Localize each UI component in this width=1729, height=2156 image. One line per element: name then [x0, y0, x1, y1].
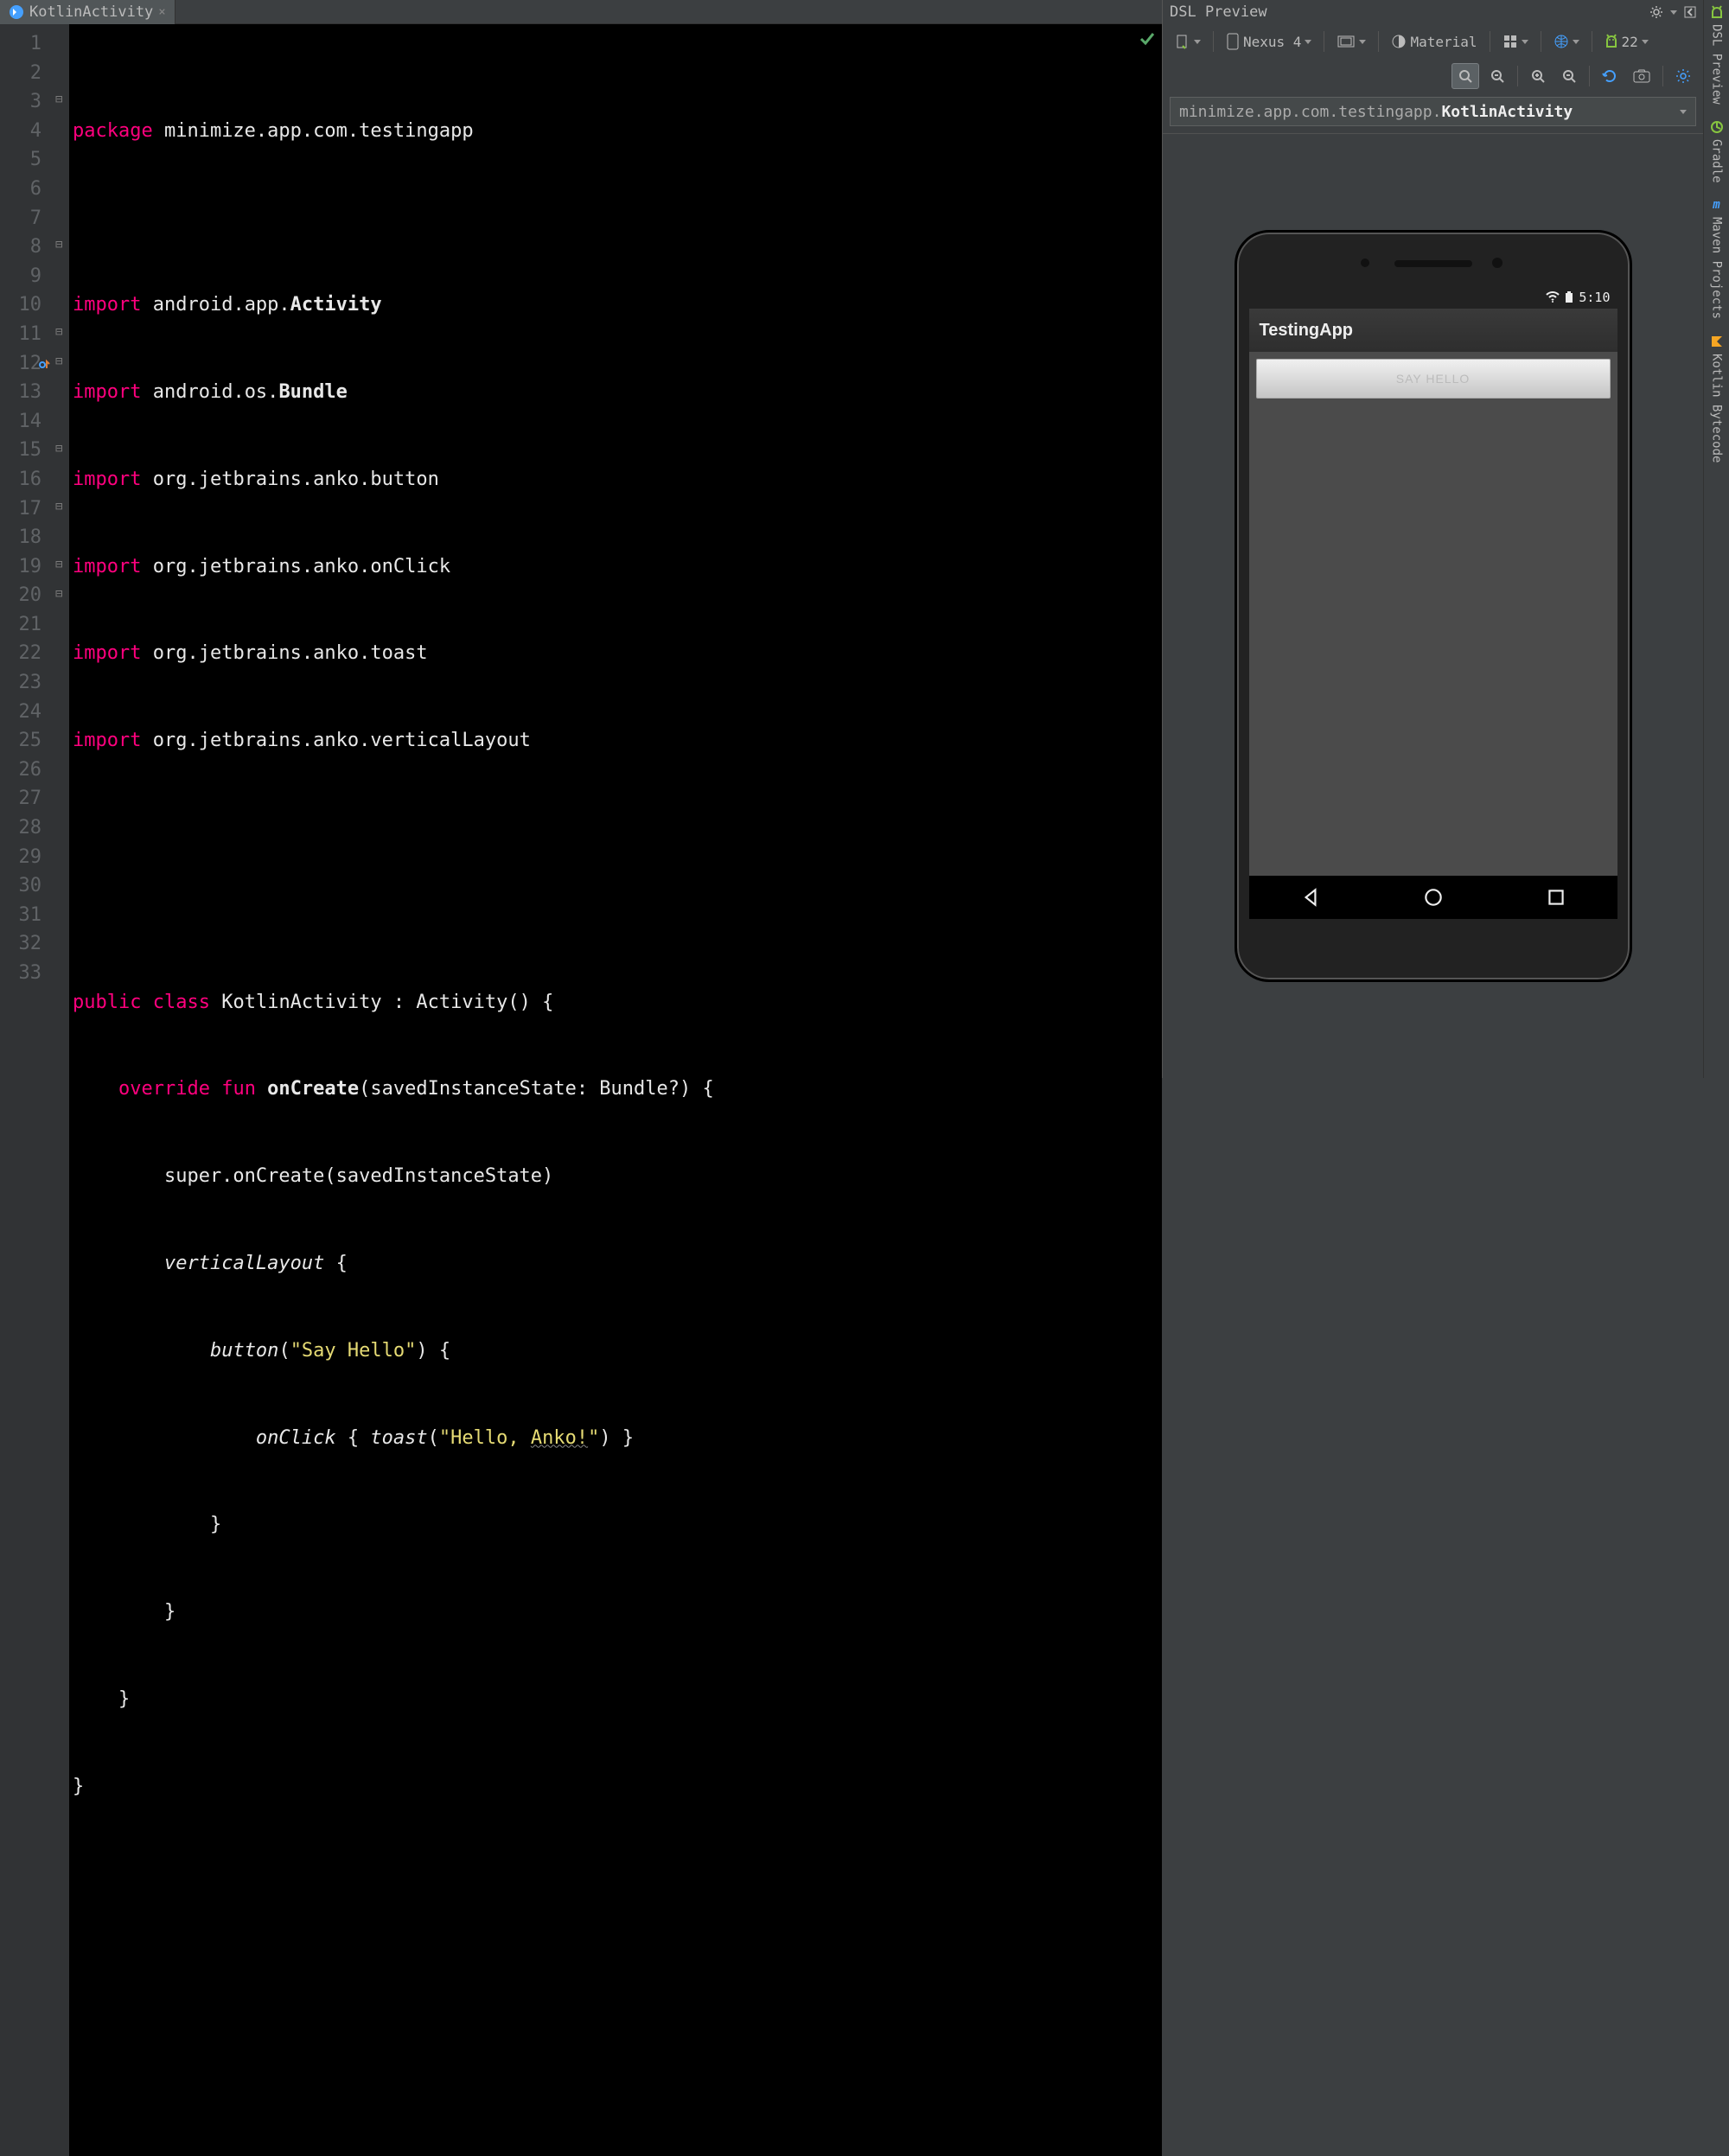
hide-panel-icon[interactable]: [1684, 6, 1696, 18]
api-selector[interactable]: 22: [1599, 29, 1654, 54]
recents-icon[interactable]: [1545, 886, 1567, 909]
dropdown-icon[interactable]: [1670, 10, 1677, 15]
app-title: TestingApp: [1260, 321, 1354, 341]
close-icon[interactable]: ×: [158, 5, 165, 19]
device-selector[interactable]: Nexus 4: [1221, 29, 1317, 54]
fold-handle-icon[interactable]: ⊟: [55, 354, 66, 365]
activity-selector[interactable]: minimize.app.com.testingapp.KotlinActivi…: [1170, 97, 1696, 126]
zoom-fit-button[interactable]: [1451, 63, 1479, 89]
inspections-ok-icon[interactable]: [1139, 31, 1155, 47]
android-navbar: [1249, 876, 1617, 919]
rail-gradle[interactable]: Gradle: [1710, 120, 1724, 183]
code-editor[interactable]: 1234567891011121314151617181920212223242…: [0, 24, 1162, 2156]
render-options-button[interactable]: [1497, 29, 1534, 54]
refresh-button[interactable]: [1597, 63, 1623, 89]
wifi-icon: [1546, 291, 1560, 303]
status-time: 5:10: [1579, 290, 1610, 305]
dsl-toolbar-row2: [1163, 59, 1703, 93]
zoom-out-button[interactable]: [1556, 63, 1582, 89]
preview-surface: 5:10 TestingApp SAY HELLO: [1163, 134, 1703, 1078]
new-layout-button[interactable]: [1170, 29, 1206, 54]
say-hello-button[interactable]: SAY HELLO: [1256, 359, 1611, 399]
fold-end-icon[interactable]: ⊟: [55, 587, 66, 597]
fold-handle-icon[interactable]: ⊟: [55, 325, 66, 335]
fold-end-icon[interactable]: ⊟: [55, 558, 66, 568]
fold-gutter: ⊟ ⊟ ⊟ ⊟ ⊟ ⊟ ⊟ ⊟: [54, 24, 69, 2156]
fold-handle-icon[interactable]: ⊟: [55, 238, 66, 248]
locale-selector[interactable]: [1548, 29, 1585, 54]
app-bar: TestingApp: [1249, 309, 1617, 352]
fold-end-icon[interactable]: ⊟: [55, 500, 66, 510]
rail-kotlin-bytecode[interactable]: Kotlin Bytecode: [1710, 335, 1724, 462]
fold-handle-icon[interactable]: ⊟: [55, 92, 66, 103]
zoom-in-button[interactable]: [1525, 63, 1551, 89]
rail-maven[interactable]: m Maven Projects: [1710, 198, 1724, 319]
gear-icon[interactable]: [1649, 5, 1663, 19]
line-gutter: 1234567891011121314151617181920212223242…: [0, 24, 54, 2156]
screenshot-button[interactable]: [1628, 63, 1656, 89]
code-text[interactable]: package minimize.app.com.testingapp impo…: [69, 24, 1162, 2156]
status-bar: 5:10: [1249, 286, 1617, 309]
chevron-down-icon: [1680, 110, 1687, 114]
override-gutter-icon[interactable]: [38, 351, 50, 380]
back-icon[interactable]: [1299, 886, 1322, 909]
home-icon[interactable]: [1422, 886, 1445, 909]
dsl-header-title: DSL Preview: [1170, 3, 1267, 21]
battery-icon: [1565, 291, 1573, 303]
orientation-button[interactable]: [1331, 29, 1371, 54]
theme-selector[interactable]: Material: [1386, 29, 1482, 54]
kotlin-file-icon: [9, 4, 24, 20]
editor-tab-bar: KotlinActivity ×: [0, 0, 1162, 24]
rail-dsl-preview[interactable]: DSL Preview: [1710, 5, 1724, 105]
fold-handle-icon[interactable]: ⊟: [55, 442, 66, 452]
device-frame: 5:10 TestingApp SAY HELLO: [1235, 230, 1632, 982]
dsl-preview-panel: DSL Preview Nexus 4 Material 22: [1162, 0, 1703, 1078]
tool-window-rail: DSL Preview Gradle m Maven Projects Kotl…: [1703, 0, 1729, 1078]
settings-button[interactable]: [1670, 63, 1696, 89]
editor-tab[interactable]: KotlinActivity ×: [0, 0, 175, 24]
zoom-actual-button[interactable]: [1484, 63, 1510, 89]
editor-tab-title: KotlinActivity: [29, 3, 153, 21]
dsl-toolbar-row1: Nexus 4 Material 22: [1163, 24, 1703, 59]
